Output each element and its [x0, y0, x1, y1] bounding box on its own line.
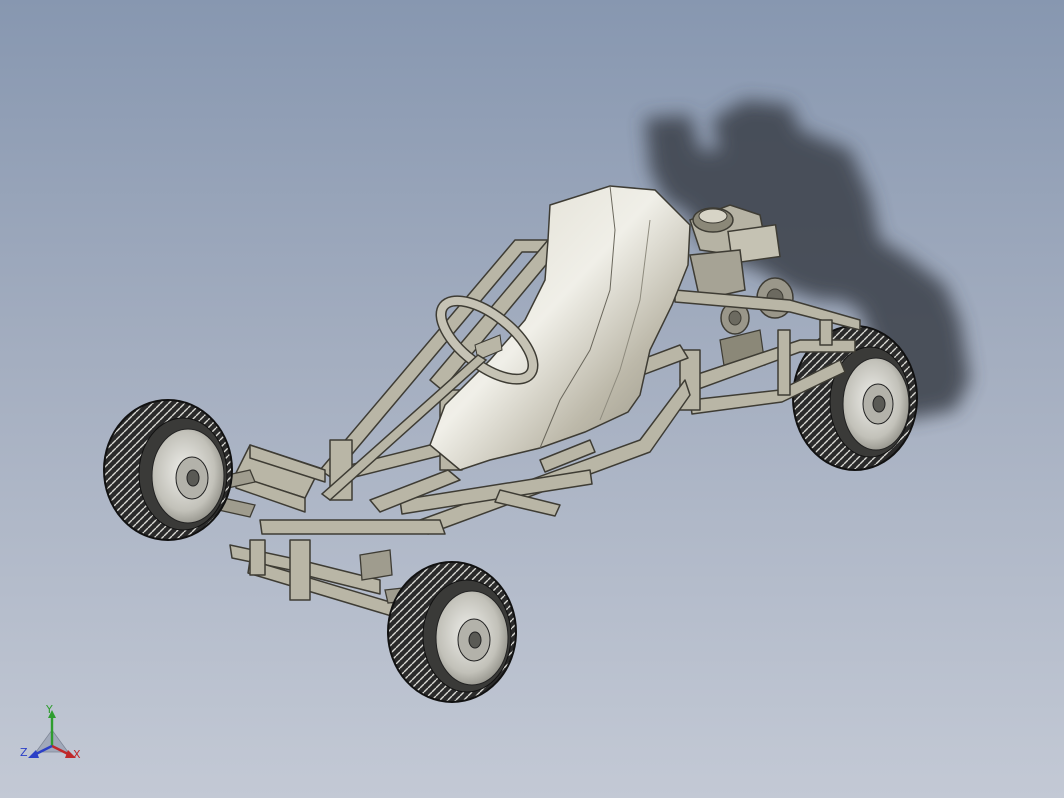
front-left-wheel[interactable] [103, 399, 233, 541]
triad-axes [28, 710, 76, 758]
front-right-wheel[interactable] [387, 561, 517, 703]
triad-y-label: Y [46, 703, 53, 716]
go-kart-model[interactable] [0, 0, 1064, 798]
reference-triad: Y Z X [18, 700, 88, 775]
triad-x-label: X [73, 748, 81, 761]
graphics-viewport[interactable]: Y Z X [0, 0, 1064, 798]
triad-z-label: Z [20, 746, 28, 759]
